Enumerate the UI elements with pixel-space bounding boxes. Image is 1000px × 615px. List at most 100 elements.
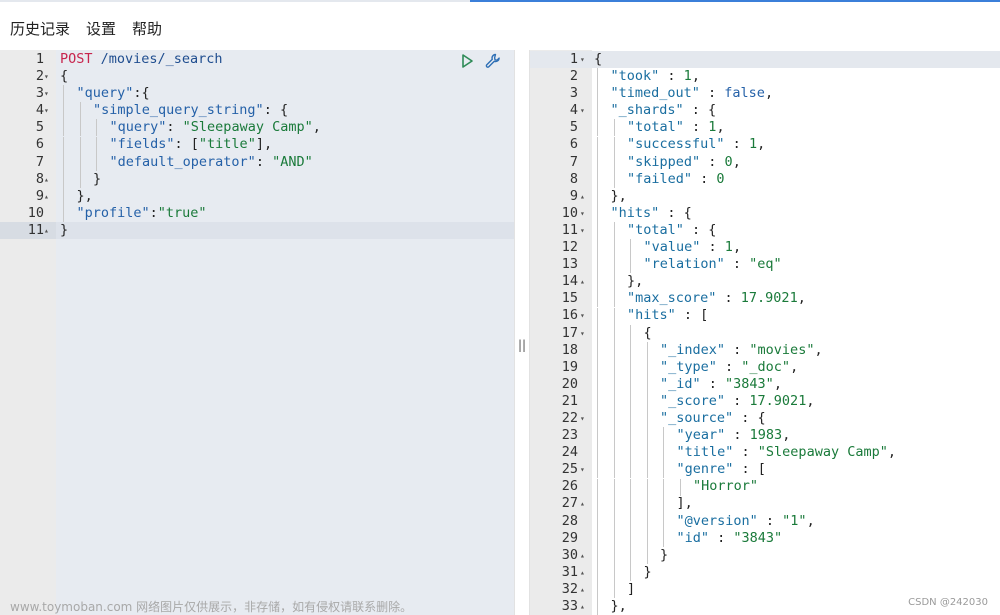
- request-line[interactable]: 4 ▾ "simple_query_string": {: [0, 102, 514, 119]
- request-code[interactable]: "query": "Sleepaway Camp",: [60, 119, 321, 136]
- request-code[interactable]: "simple_query_string": {: [60, 102, 288, 119]
- response-line[interactable]: 15 "max_score" : 17.9021,: [530, 290, 1000, 307]
- response-line[interactable]: 20 "_id" : "3843",: [530, 376, 1000, 393]
- fold-close-icon[interactable]: ▴: [580, 581, 585, 598]
- fold-open-icon[interactable]: ▾: [580, 461, 585, 478]
- request-line[interactable]: 9 ▴},: [0, 188, 514, 205]
- response-line[interactable]: 25 ▾ "genre" : [: [530, 461, 1000, 478]
- request-line[interactable]: 2 ▾{: [0, 68, 514, 85]
- request-line[interactable]: 6 "fields": ["title"],: [0, 136, 514, 153]
- response-line[interactable]: 22 ▾ "_source" : {: [530, 410, 1000, 427]
- fold-close-icon[interactable]: ▴: [580, 273, 585, 290]
- response-line[interactable]: 7 "skipped" : 0,: [530, 154, 1000, 171]
- response-code[interactable]: "relation" : "eq": [594, 256, 782, 273]
- request-code[interactable]: POST /movies/_search: [60, 51, 223, 68]
- response-line[interactable]: 13 "relation" : "eq": [530, 256, 1000, 273]
- divider-handle[interactable]: ||: [515, 338, 529, 352]
- response-viewer[interactable]: 1 ▾{2 "took" : 1, 3 "timed_out" : false, 4 ▾ "_…: [530, 50, 1000, 615]
- response-line[interactable]: 5 "total" : 1,: [530, 119, 1000, 136]
- response-code[interactable]: "_id" : "3843",: [594, 376, 782, 393]
- response-code[interactable]: "total" : {: [594, 222, 716, 239]
- response-code[interactable]: "@version" : "1",: [594, 513, 815, 530]
- request-line[interactable]: 1 POST /movies/_search: [0, 51, 514, 68]
- response-line[interactable]: 9 ▴},: [530, 188, 1000, 205]
- request-line[interactable]: 10 "profile":"true": [0, 205, 514, 222]
- response-line[interactable]: 24 "title" : "Sleepaway Camp",: [530, 444, 1000, 461]
- response-code[interactable]: },: [594, 598, 627, 615]
- fold-close-icon[interactable]: ▴: [580, 598, 585, 615]
- request-lines[interactable]: 1 POST /movies/_search 2 ▾{3 ▾ "query":{4 ▾ "si…: [0, 51, 514, 240]
- response-line[interactable]: 10 ▾ "hits" : {: [530, 205, 1000, 222]
- play-icon[interactable]: [458, 52, 476, 70]
- response-code[interactable]: {: [594, 51, 602, 68]
- response-line[interactable]: 21 "_score" : 17.9021,: [530, 393, 1000, 410]
- response-code[interactable]: "hits" : [: [594, 307, 708, 324]
- response-code[interactable]: {: [594, 325, 652, 342]
- response-code[interactable]: "took" : 1,: [594, 68, 700, 85]
- response-line[interactable]: 30 ▴}: [530, 547, 1000, 564]
- response-code[interactable]: "hits" : {: [594, 205, 692, 222]
- response-lines[interactable]: 1 ▾{2 "took" : 1, 3 "timed_out" : false, 4 ▾ "_…: [530, 51, 1000, 615]
- request-line[interactable]: 5 "query": "Sleepaway Camp",: [0, 119, 514, 136]
- response-line[interactable]: 27 ▴],: [530, 495, 1000, 512]
- fold-close-icon[interactable]: ▴: [580, 188, 585, 205]
- fold-close-icon[interactable]: ▴: [580, 495, 585, 512]
- fold-open-icon[interactable]: ▾: [44, 68, 49, 85]
- response-code[interactable]: "max_score" : 17.9021,: [594, 290, 806, 307]
- fold-close-icon[interactable]: ▴: [44, 188, 49, 205]
- response-code[interactable]: "successful" : 1,: [594, 136, 765, 153]
- request-line[interactable]: 8 ▴}: [0, 171, 514, 188]
- response-line[interactable]: 23 "year" : 1983,: [530, 427, 1000, 444]
- response-line[interactable]: 11 ▾ "total" : {: [530, 222, 1000, 239]
- fold-open-icon[interactable]: ▾: [580, 222, 585, 239]
- response-line[interactable]: 29 "id" : "3843": [530, 530, 1000, 547]
- response-line[interactable]: 18 "_index" : "movies",: [530, 342, 1000, 359]
- menu-history[interactable]: 历史记录: [10, 18, 70, 39]
- response-code[interactable]: "_index" : "movies",: [594, 342, 823, 359]
- response-code[interactable]: "value" : 1,: [594, 239, 742, 256]
- response-line[interactable]: 4 ▾ "_shards" : {: [530, 102, 1000, 119]
- response-code[interactable]: "_source" : {: [594, 410, 766, 427]
- request-code[interactable]: },: [60, 188, 93, 205]
- fold-open-icon[interactable]: ▾: [580, 205, 585, 222]
- response-line[interactable]: 16 ▾ "hits" : [: [530, 307, 1000, 324]
- request-editor[interactable]: 1 POST /movies/_search 2 ▾{3 ▾ "query":{4 ▾ "si…: [0, 50, 514, 615]
- response-code[interactable]: "timed_out" : false,: [594, 85, 774, 102]
- response-line[interactable]: 8 "failed" : 0: [530, 171, 1000, 188]
- fold-open-icon[interactable]: ▾: [580, 410, 585, 427]
- request-line[interactable]: 11 ▴}: [0, 221, 514, 240]
- response-line[interactable]: 31 ▴}: [530, 564, 1000, 581]
- response-line[interactable]: 6 "successful" : 1,: [530, 136, 1000, 153]
- response-line[interactable]: 2 "took" : 1,: [530, 68, 1000, 85]
- response-code[interactable]: }: [594, 547, 668, 564]
- response-code[interactable]: "id" : "3843": [594, 530, 783, 547]
- fold-close-icon[interactable]: ▴: [580, 547, 585, 564]
- request-code[interactable]: {: [60, 68, 68, 85]
- menu-settings[interactable]: 设置: [86, 18, 116, 39]
- fold-open-icon[interactable]: ▾: [44, 102, 49, 119]
- fold-close-icon[interactable]: ▴: [44, 171, 49, 188]
- response-code[interactable]: "_score" : 17.9021,: [594, 393, 814, 410]
- response-line[interactable]: 3 "timed_out" : false,: [530, 85, 1000, 102]
- fold-open-icon[interactable]: ▾: [580, 325, 585, 342]
- pane-divider[interactable]: [514, 50, 530, 615]
- fold-close-icon[interactable]: ▴: [44, 222, 49, 239]
- response-code[interactable]: }: [594, 564, 652, 581]
- request-code[interactable]: "profile":"true": [60, 205, 207, 222]
- request-code[interactable]: }: [60, 222, 68, 239]
- response-line[interactable]: 26 "Horror": [530, 478, 1000, 495]
- response-code[interactable]: "skipped" : 0,: [594, 154, 741, 171]
- response-code[interactable]: },: [594, 273, 643, 290]
- response-code[interactable]: },: [594, 188, 627, 205]
- response-code[interactable]: ],: [594, 495, 693, 512]
- response-line[interactable]: 32 ▴]: [530, 581, 1000, 598]
- response-code[interactable]: "title" : "Sleepaway Camp",: [594, 444, 896, 461]
- fold-open-icon[interactable]: ▾: [580, 307, 585, 324]
- response-code[interactable]: "Horror": [594, 478, 758, 495]
- fold-open-icon[interactable]: ▾: [44, 85, 49, 102]
- wrench-icon[interactable]: [484, 52, 502, 70]
- fold-open-icon[interactable]: ▾: [580, 102, 585, 119]
- request-code[interactable]: "default_operator": "AND": [60, 154, 313, 171]
- response-line[interactable]: 19 "_type" : "_doc",: [530, 359, 1000, 376]
- request-code[interactable]: }: [60, 171, 101, 188]
